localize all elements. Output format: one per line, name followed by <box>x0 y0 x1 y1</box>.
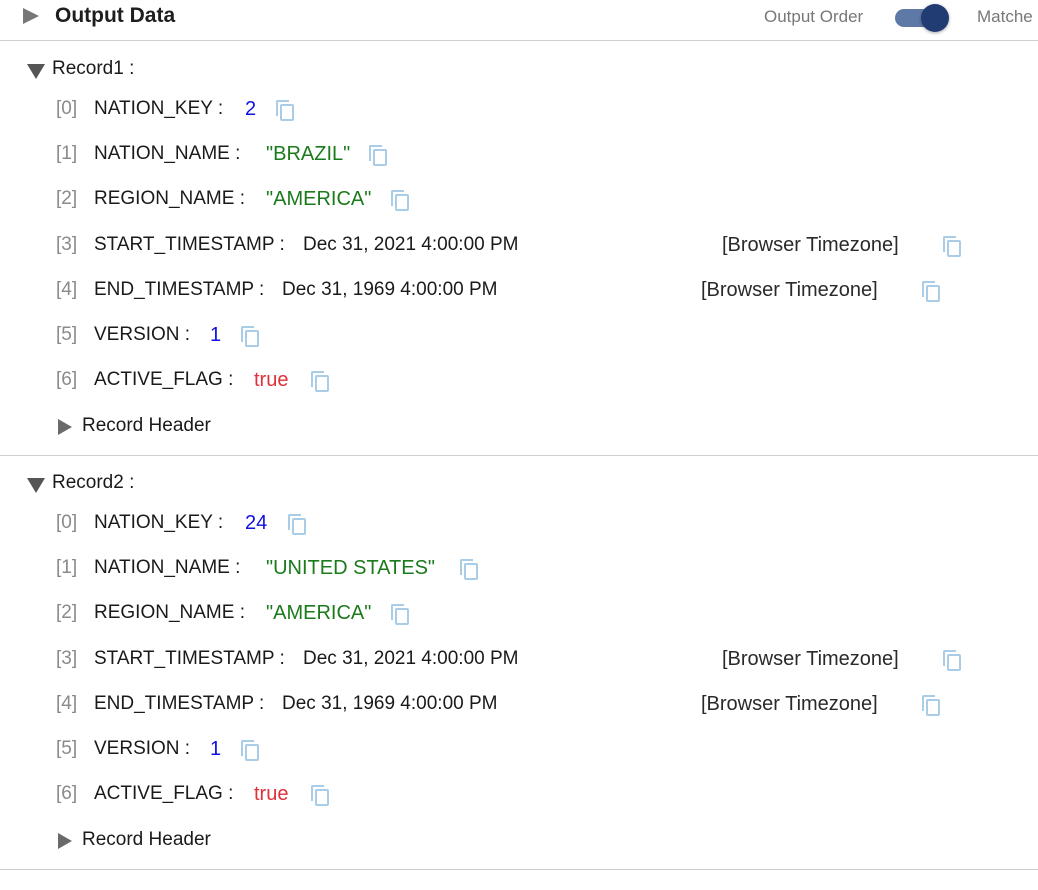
field-index: [1] <box>56 557 78 578</box>
field-index: [5] <box>56 738 78 759</box>
field-row: [2] REGION_NAME : "AMERICA" <box>0 188 1038 214</box>
copy-icon[interactable] <box>391 190 409 211</box>
field-row: [1] NATION_NAME : "UNITED STATES" <box>0 557 1038 583</box>
field-row: [4] END_TIMESTAMP : Dec 31, 1969 4:00:00… <box>0 693 1038 719</box>
timezone-label: [Browser Timezone] <box>701 693 878 715</box>
field-row: [3] START_TIMESTAMP : Dec 31, 2021 4:00:… <box>0 234 1038 260</box>
matches-label: Matche <box>977 7 1033 26</box>
copy-icon[interactable] <box>922 281 940 302</box>
copy-icon[interactable] <box>369 145 387 166</box>
output-order-toggle[interactable] <box>895 4 953 32</box>
field-name: START_TIMESTAMP : <box>94 234 285 255</box>
copy-icon[interactable] <box>288 514 306 535</box>
field-index: [6] <box>56 783 78 804</box>
field-index: [6] <box>56 369 78 390</box>
field-name: ACTIVE_FLAG : <box>94 369 234 390</box>
field-row: [0] NATION_KEY : 2 <box>0 98 1038 124</box>
field-value: "UNITED STATES" <box>266 557 436 579</box>
field-row: [5] VERSION : 1 <box>0 738 1038 764</box>
field-value: true <box>254 369 289 391</box>
record-header-label: Record Header <box>82 829 211 850</box>
field-index: [2] <box>56 188 78 209</box>
field-row: [2] REGION_NAME : "AMERICA" <box>0 602 1038 628</box>
field-index: [0] <box>56 98 78 119</box>
collapse-icon <box>27 64 45 79</box>
field-value: true <box>254 783 289 805</box>
field-name: END_TIMESTAMP : <box>94 693 265 714</box>
field-name: NATION_KEY : <box>94 98 224 119</box>
copy-icon[interactable] <box>241 326 259 347</box>
field-value: 2 <box>245 98 257 120</box>
field-index: [1] <box>56 143 78 164</box>
field-row: [3] START_TIMESTAMP : Dec 31, 2021 4:00:… <box>0 648 1038 674</box>
field-name: VERSION : <box>94 738 191 759</box>
field-name: VERSION : <box>94 324 191 345</box>
field-name: REGION_NAME : <box>94 188 245 209</box>
field-value: 1 <box>210 324 222 346</box>
field-index: [4] <box>56 279 78 300</box>
field-value: Dec 31, 2021 4:00:00 PM <box>303 648 519 669</box>
expand-output-data-icon[interactable] <box>23 8 39 24</box>
toggle-knob[interactable] <box>921 4 949 32</box>
copy-icon[interactable] <box>460 559 478 580</box>
expand-icon <box>58 833 72 849</box>
copy-icon[interactable] <box>391 604 409 625</box>
field-row: [1] NATION_NAME : "BRAZIL" <box>0 143 1038 169</box>
timezone-label: [Browser Timezone] <box>722 234 899 256</box>
record-1: Record1 : [0] NATION_KEY : 2 [1] NATION_… <box>0 41 1038 456</box>
field-index: [2] <box>56 602 78 623</box>
field-value: 1 <box>210 738 222 760</box>
copy-icon[interactable] <box>922 695 940 716</box>
timezone-label: [Browser Timezone] <box>701 279 878 301</box>
field-row: [4] END_TIMESTAMP : Dec 31, 1969 4:00:00… <box>0 279 1038 305</box>
field-value: "BRAZIL" <box>266 143 351 165</box>
field-value: "AMERICA" <box>266 188 372 210</box>
copy-icon[interactable] <box>943 650 961 671</box>
timezone-label: [Browser Timezone] <box>722 648 899 670</box>
field-name: START_TIMESTAMP : <box>94 648 285 669</box>
field-row: [5] VERSION : 1 <box>0 324 1038 350</box>
field-index: [4] <box>56 693 78 714</box>
output-order-label: Output Order <box>764 7 864 26</box>
field-name: NATION_KEY : <box>94 512 224 533</box>
output-data-header: Output Data Output Order Matche <box>0 0 1038 41</box>
field-name: NATION_NAME : <box>94 557 241 578</box>
field-value: Dec 31, 2021 4:00:00 PM <box>303 234 519 255</box>
field-name: END_TIMESTAMP : <box>94 279 265 300</box>
field-value: 24 <box>245 512 268 534</box>
expand-icon <box>58 419 72 435</box>
field-name: ACTIVE_FLAG : <box>94 783 234 804</box>
copy-icon[interactable] <box>311 785 329 806</box>
field-index: [3] <box>56 234 78 255</box>
field-index: [0] <box>56 512 78 533</box>
field-index: [3] <box>56 648 78 669</box>
copy-icon[interactable] <box>241 740 259 761</box>
field-index: [5] <box>56 324 78 345</box>
field-value: Dec 31, 1969 4:00:00 PM <box>282 693 498 714</box>
collapse-icon <box>27 478 45 493</box>
output-data-title: Output Data <box>55 4 176 27</box>
field-row: [6] ACTIVE_FLAG : true <box>0 369 1038 395</box>
record-header-label: Record Header <box>82 415 211 436</box>
field-name: REGION_NAME : <box>94 602 245 623</box>
copy-icon[interactable] <box>276 100 294 121</box>
record-title: Record1 : <box>52 58 135 79</box>
field-row: [0] NATION_KEY : 24 <box>0 512 1038 538</box>
record-2: Record2 : [0] NATION_KEY : 24 [1] NATION… <box>0 456 1038 870</box>
copy-icon[interactable] <box>943 236 961 257</box>
field-row: [6] ACTIVE_FLAG : true <box>0 783 1038 809</box>
record-title: Record2 : <box>52 472 135 493</box>
field-name: NATION_NAME : <box>94 143 241 164</box>
copy-icon[interactable] <box>311 371 329 392</box>
field-value: Dec 31, 1969 4:00:00 PM <box>282 279 498 300</box>
field-value: "AMERICA" <box>266 602 372 624</box>
